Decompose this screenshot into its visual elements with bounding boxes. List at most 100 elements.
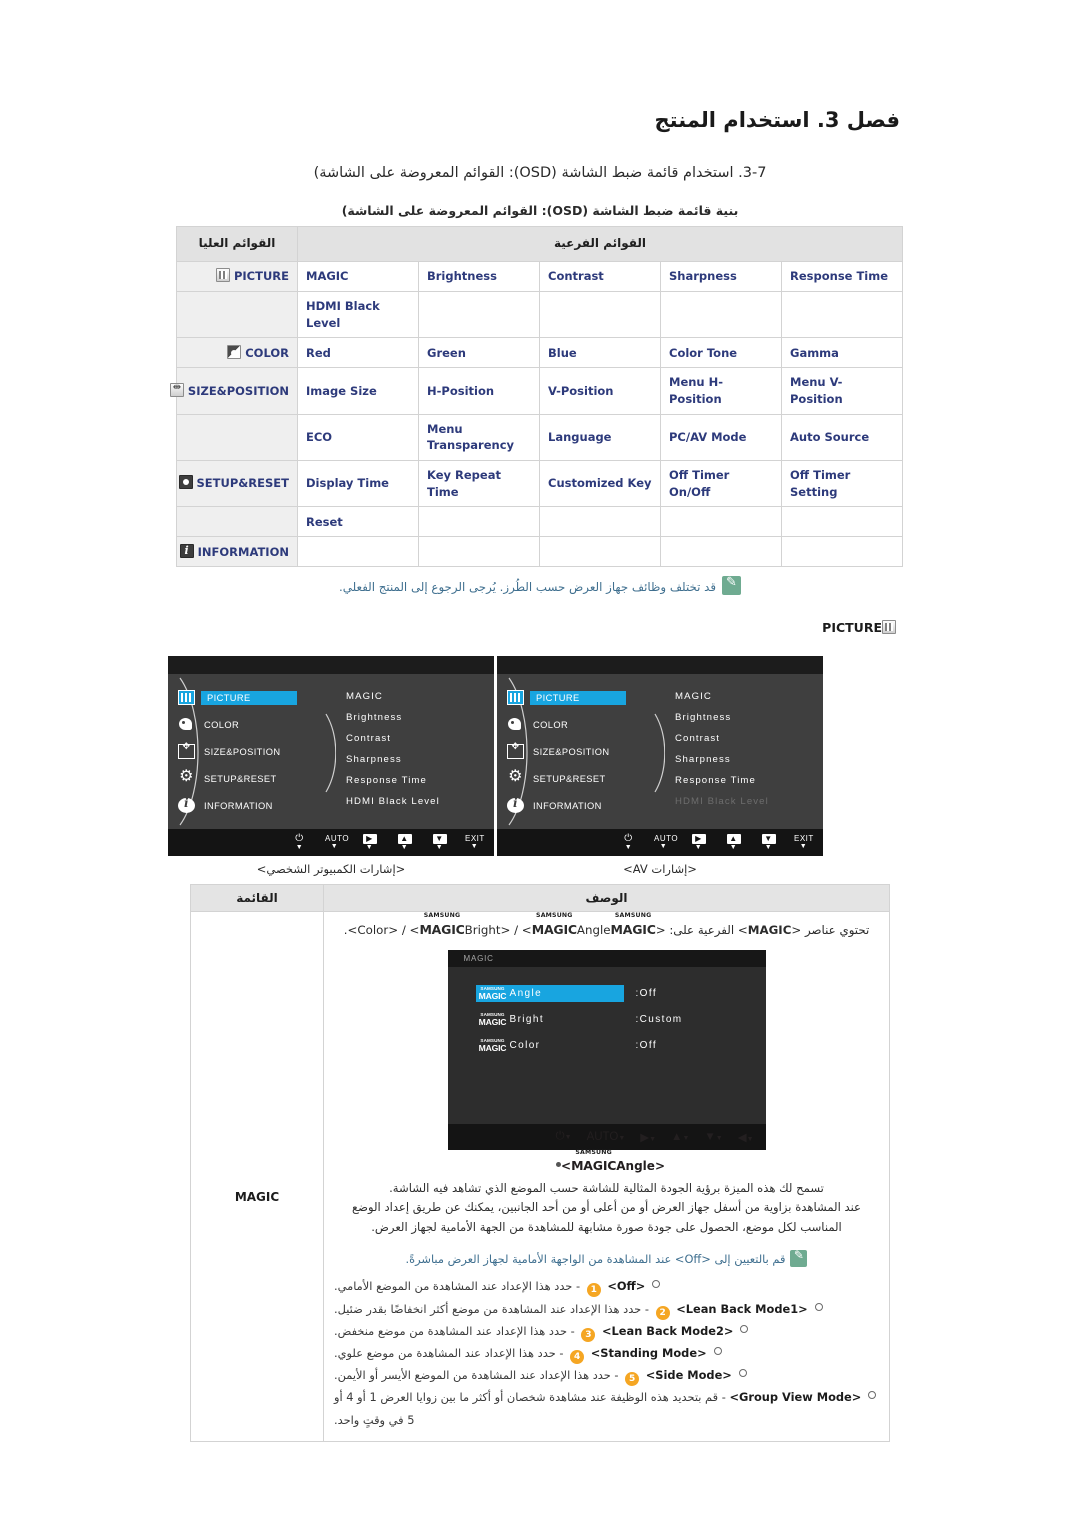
mode-name: <Group View Mode> [729,1390,862,1405]
osd-item-brightness[interactable]: Brightness [675,707,769,728]
osd-menu-information[interactable]: INFORMATION [178,792,338,819]
magic-row-name: SAMSUNG MAGIC Angle [475,985,624,1002]
information-icon [178,796,195,813]
osd-menu-information[interactable]: INFORMATION [507,792,667,819]
button-caret-icon: ▼ [330,842,339,850]
topmenu-label: INFORMATION [197,544,289,559]
osd-item-hdmi-black-level[interactable]: HDMI Black Level [346,791,440,812]
mode-description: - حدد هذا الإعداد عند المشاهدة من موضع ع… [334,1346,568,1361]
up-button[interactable]: ▲▼ [724,833,743,852]
power-glyph-icon: ⏻ [555,1130,565,1142]
exit-button[interactable]: EXIT ▼ [465,833,485,851]
list-item: <Side Mode> 5 - حدد هذا الإعداد عند المش… [334,1364,879,1387]
information-icon [507,796,524,813]
button-caret-icon: ▼ [400,843,409,851]
magic-row-color[interactable]: SAMSUNG MAGIC Color:Off [448,1033,766,1059]
osd-menu-label: COLOR [533,719,569,730]
power-glyph-icon: ⏻ [295,833,304,844]
page-title: فصل 3. استخدام المنتج [654,108,900,132]
submenu-cell: ECO [297,413,419,462]
osd-item-contrast[interactable]: Contrast [675,728,769,749]
description-table: الوصف القائمة تحتوي عناصر < MAGIC > الفرعي… [190,884,890,1442]
enter-button[interactable]: ▶▼ [360,833,379,852]
left-button[interactable]: ◀▼ [738,1130,754,1144]
osd-item-response-time[interactable]: Response Time [675,770,769,791]
topmenu-label: COLOR [245,345,289,360]
osd-menu-color[interactable]: COLOR [507,711,667,738]
osd-menu-setup-reset[interactable]: SETUP&RESET [507,765,667,792]
exit-button[interactable]: EXIT ▼ [794,834,813,851]
mode-name: <Off> [607,1279,646,1294]
auto-button[interactable]: AUTO▼ [587,1131,626,1143]
magic-angle-description: تسمح لك هذه الميزة برؤية الجودة المثالية… [334,1179,879,1239]
submenu-cell: Image Size [297,367,419,415]
empty-cell [176,506,298,538]
hollow-bullet-icon [740,1324,749,1333]
osd-menu-color[interactable]: COLOR [178,711,338,738]
osd-menu-label: PICTURE [530,690,626,705]
picture-icon [507,690,524,705]
intro-suffix: > الفرعية على: [669,923,748,937]
samsung-magic-angle-logo: SAMSUNG MAGIC [531,912,577,937]
osd-item-magic[interactable]: MAGIC [346,686,440,707]
submenu-cell: H-Position [418,367,540,415]
button-key-label: EXIT [465,833,485,843]
submenu-cell: Sharpness [660,261,782,292]
paragraph-2: عند المشاهدة بزاوية من أسفل جهاز العرض أ… [352,1200,861,1235]
magic-row-value: :Off [635,1040,658,1051]
down-button[interactable]: ▼▼ [759,833,778,852]
table-row: HDMI Black Level [176,290,903,339]
table-row: Response Time Sharpness Contrast Brightness… [176,261,903,292]
table-row: INFORMATION [176,536,903,568]
list-item: <Group View Mode> - قم بتحديد هذه الوظيف… [334,1386,879,1430]
osd-item-sharpness[interactable]: Sharpness [675,749,769,770]
osd-menu-picture[interactable]: PICTURE [507,684,667,711]
caption-pc: <إشارات الكمبيوتر الشخصي> [256,862,406,876]
osd-item-brightness[interactable]: Brightness [346,707,440,728]
enter-button[interactable]: ▶▼ [689,833,708,852]
power-button[interactable]: ⏻▼ [556,1130,572,1143]
magic-row-angle[interactable]: SAMSUNG MAGIC Angle:Off [448,981,766,1007]
enter-button[interactable]: ▶▼ [640,1130,656,1144]
magic-angle-bullet-heading: < SAMSUNG MAGICAngle> [334,1149,879,1173]
up-button[interactable]: ▲▼ [671,1131,689,1143]
mode-number-badge: 4 [570,1350,585,1365]
button-caret-icon: ▼ [365,843,374,851]
osd-menu-setup-reset[interactable]: SETUP&RESET [178,765,338,792]
osd-menu-label: COLOR [204,719,240,730]
power-button[interactable]: ⏻▼ [290,833,309,852]
osd-item-response-time[interactable]: Response Time [346,770,440,791]
auto-button[interactable]: AUTO▼ [325,834,349,851]
empty-cell [176,413,298,462]
empty-cell [781,290,903,339]
osd-item-contrast[interactable]: Contrast [346,728,440,749]
submenu-cell: Display Time [297,460,419,508]
mode-number-badge: 2 [655,1305,670,1320]
osd-menu-size-position[interactable]: SIZE&POSITION [178,738,338,765]
button-caret-icon: ▼ [624,844,633,851]
up-button[interactable]: ▲▼ [395,833,414,852]
down-button[interactable]: ▼▼ [430,833,449,852]
osd-screenshot-pc: PICTURE COLOR SIZE&POSITION SETUP&RESET INFO… [168,656,494,856]
power-button[interactable]: ⏻▼ [619,833,638,852]
osd-menu-picture[interactable]: PICTURE [178,684,338,711]
button-glyph-icon: ▲ [671,1130,683,1143]
osd-menu-label: SETUP&RESET [204,773,277,784]
list-item: <Lean Back Mode2> 3 - حدد هذا الإعداد عن… [334,1320,879,1342]
magic-intro-line: تحتوي عناصر <MAGIC> الفرعية على: < SAMSUN… [334,912,879,942]
button-glyph-icon: ▲ [397,833,412,844]
color-icon [507,717,524,732]
topmenu-label: SETUP&RESET [196,476,289,491]
empty-cell [176,290,298,339]
osd-item-sharpness[interactable]: Sharpness [346,749,440,770]
osd-item-hdmi-black-level[interactable]: HDMI Black Level [675,791,769,812]
hollow-bullet-icon [738,1369,747,1378]
magic-row-label: Color [509,1040,541,1051]
magic-row-bright[interactable]: SAMSUNG MAGIC Bright:Custom [448,1007,766,1033]
down-button[interactable]: ▼▼ [704,1131,722,1143]
osd-item-magic[interactable]: MAGIC [675,686,769,707]
osd-topbar [168,656,494,674]
osd-menu-size-position[interactable]: SIZE&POSITION [507,738,667,765]
magic-wordmark: MAGIC [478,1017,507,1027]
auto-button[interactable]: AUTO▼ [654,834,678,851]
